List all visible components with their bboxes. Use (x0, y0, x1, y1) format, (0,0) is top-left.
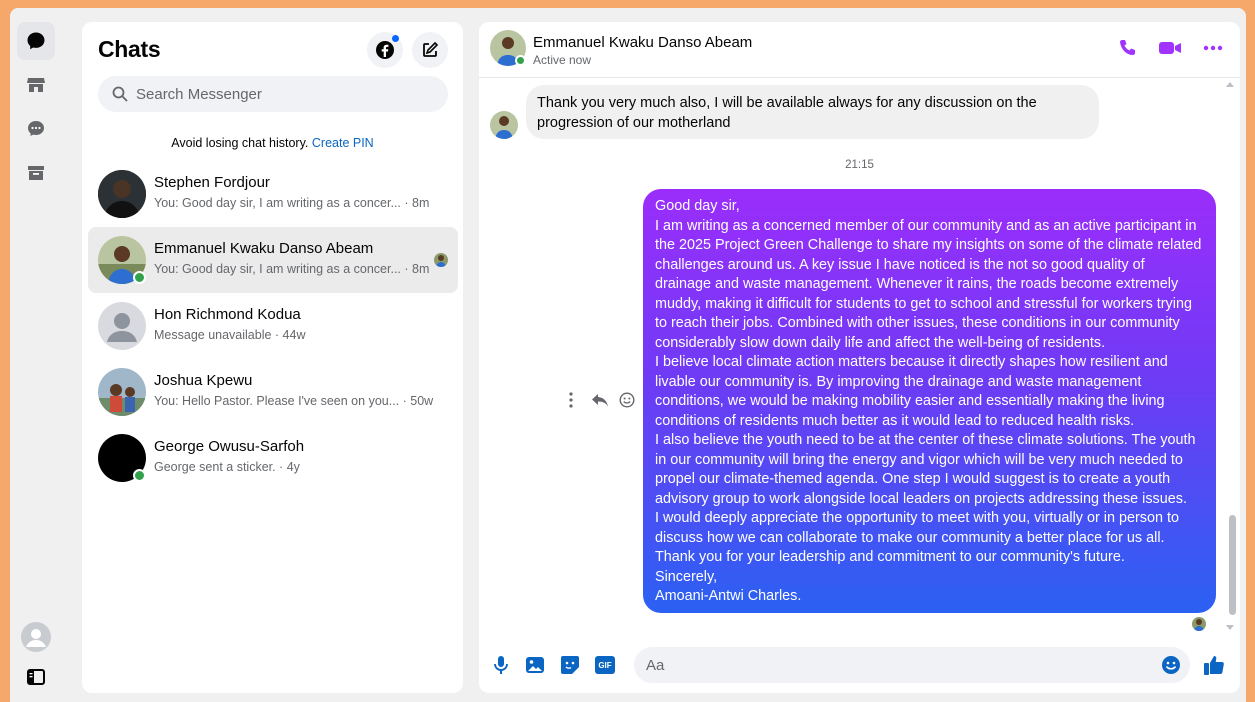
scroll-up-arrow[interactable] (1226, 82, 1234, 87)
thumbs-up-icon (1204, 656, 1224, 675)
video-camera-icon (1159, 42, 1181, 54)
archive-icon (28, 166, 44, 180)
like-button[interactable] (1202, 653, 1226, 677)
chat-contact-name[interactable]: Emmanuel Kwaku Danso Abeam (533, 34, 752, 51)
rail-archive-button[interactable] (17, 154, 55, 192)
image-icon (526, 657, 544, 673)
conversation-name: Hon Richmond Kodua (154, 306, 301, 323)
marketplace-icon (27, 78, 45, 92)
message-actions (563, 392, 635, 408)
compose-icon (423, 41, 439, 57)
conversation-preview: George sent a sticker. · 4y (154, 460, 300, 474)
notification-dot (392, 35, 399, 42)
search-icon (112, 86, 128, 102)
conversation-preview: You: Good day sir, I am writing as a con… (154, 262, 430, 276)
new-message-button[interactable] (412, 32, 448, 68)
conversation-preview: Message unavailable · 44w (154, 328, 306, 342)
search-input[interactable] (136, 85, 436, 103)
conversation-item[interactable]: Hon Richmond Kodua Message unavailable ·… (88, 293, 458, 359)
rail-chats-button[interactable] (17, 22, 55, 60)
more-horizontal-icon (1203, 45, 1223, 51)
more-vertical-icon[interactable] (563, 392, 579, 408)
gif-icon: GIF (595, 656, 615, 674)
facebook-icon (376, 41, 394, 59)
chats-title: Chats (98, 36, 161, 62)
pin-notice-text: Avoid losing chat history. (171, 136, 309, 150)
avatar (98, 302, 146, 350)
gif-button[interactable]: GIF (593, 653, 617, 677)
rail-marketplace-button[interactable] (17, 66, 55, 104)
online-indicator (515, 55, 526, 66)
message-timestamp: 21:15 (845, 159, 874, 171)
sticker-button[interactable] (558, 653, 582, 677)
scrollbar-thumb[interactable] (1229, 515, 1236, 615)
chats-icon (27, 32, 45, 50)
avatar (98, 170, 146, 218)
rail-requests-button[interactable] (17, 110, 55, 148)
conversation-item[interactable]: George Owusu-Sarfoh George sent a sticke… (88, 425, 458, 491)
profile-avatar-icon (21, 622, 51, 652)
scroll-down-arrow[interactable] (1226, 625, 1234, 630)
online-indicator (133, 271, 146, 284)
conversation-name: George Owusu-Sarfoh (154, 438, 305, 455)
conversation-item[interactable]: Joshua Kpewu You: Hello Pastor. Please I… (88, 359, 458, 425)
sender-avatar (490, 111, 518, 139)
message-input[interactable] (646, 656, 1146, 674)
chats-panel: Chats Avoid losing chat history. Create … (82, 22, 463, 693)
pin-notice: Avoid losing chat history. Create PIN (82, 136, 463, 150)
create-pin-link[interactable]: Create PIN (312, 136, 374, 150)
react-emoji-icon[interactable] (619, 392, 635, 408)
message-composer: GIF (479, 643, 1240, 693)
conversation-preview: You: Hello Pastor. Please I've seen on y… (154, 394, 434, 408)
facebook-button[interactable] (367, 32, 403, 68)
chat-window: Emmanuel Kwaku Danso Abeam Active now Th… (479, 22, 1240, 693)
sticker-icon (561, 656, 579, 674)
chat-header: Emmanuel Kwaku Danso Abeam Active now (479, 22, 1240, 78)
rail-sidebar-toggle-button[interactable] (17, 658, 55, 696)
incoming-message[interactable]: Thank you very much also, I will be avai… (526, 85, 1099, 139)
requests-icon (28, 121, 44, 136)
rail-profile-button[interactable] (17, 618, 55, 656)
search-bar[interactable] (98, 76, 448, 112)
sidebar-toggle-icon (27, 669, 45, 685)
seen-avatar (434, 253, 448, 267)
read-receipt-avatar (1192, 617, 1206, 631)
audio-call-button[interactable] (1116, 36, 1140, 60)
conversation-name: Joshua Kpewu (154, 372, 253, 389)
chat-status: Active now (533, 53, 592, 67)
attach-photo-button[interactable] (523, 653, 547, 677)
more-options-button[interactable] (1201, 36, 1225, 60)
message-input-box[interactable] (634, 647, 1190, 683)
conversation-item-active[interactable]: Emmanuel Kwaku Danso Abeam You: Good day… (88, 227, 458, 293)
conversation-name: Emmanuel Kwaku Danso Abeam (154, 240, 374, 257)
outgoing-message[interactable]: Good day sir, I am writing as a concerne… (643, 189, 1216, 613)
emoji-icon[interactable] (1161, 655, 1181, 675)
video-call-button[interactable] (1158, 36, 1182, 60)
microphone-icon (494, 656, 508, 674)
conversation-preview: You: Good day sir, I am writing as a con… (154, 196, 430, 210)
conversation-name: Stephen Fordjour (154, 174, 270, 191)
avatar (98, 368, 146, 416)
voice-clip-button[interactable] (489, 653, 513, 677)
left-rail (10, 14, 56, 694)
reply-icon[interactable] (591, 393, 609, 407)
conversation-item[interactable]: Stephen Fordjour You: Good day sir, I am… (88, 161, 458, 227)
phone-icon (1120, 40, 1135, 55)
online-indicator (133, 469, 146, 482)
